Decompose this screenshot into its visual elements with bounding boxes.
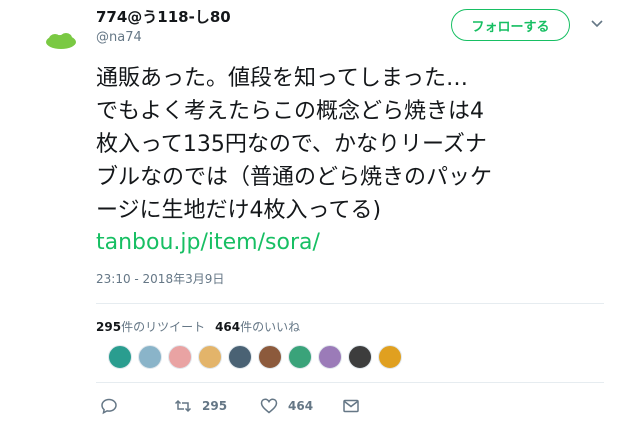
liker-avatar-3[interactable] [168,345,192,369]
likes-label: 件のいいね [240,320,301,334]
liker-avatar-9[interactable] [348,345,372,369]
retweets-count: 295 [96,320,122,334]
tweet-line: ージに生地だけ4枚入ってる) [96,198,382,223]
reply-icon [101,398,117,415]
tweet-text: 通販あった。値段を知ってしまった… でもよく考えたらこの概念どら焼きは4 枚入っ… [96,62,596,227]
tweet-line: 枚入って135円なので、かなりリーズナ [96,132,487,157]
chevron-down-icon[interactable] [589,16,605,32]
reply-button[interactable] [100,397,118,415]
tweet-stats: 295件のリツイート 464件のいいね [96,318,300,335]
retweet-count: 295 [202,399,228,413]
divider [96,382,604,383]
liker-avatar-5[interactable] [228,345,252,369]
envelope-icon [343,399,359,413]
tweet-line: ブルなのでは（普通のどら焼きのパッケ [96,165,493,190]
direct-message-button[interactable] [342,397,360,415]
divider [96,303,604,304]
liker-avatar-4[interactable] [198,345,222,369]
heart-icon [260,398,278,414]
avatar-blob-icon [46,33,76,49]
follow-button[interactable]: フォローする [451,9,570,41]
tweet-actions: 295 464 [96,397,416,419]
liker-avatar-1[interactable] [108,345,132,369]
likes-stat[interactable]: 464件のいいね [215,318,300,335]
tweet-line: でもよく考えたらこの概念どら焼きは4 [96,99,484,124]
retweets-label: 件のリツイート [121,320,206,334]
liker-avatar-7[interactable] [288,345,312,369]
tweet-line: 通販あった。値段を知ってしまった… [96,66,469,91]
likes-count: 464 [215,320,241,334]
liker-avatars [108,345,402,369]
retweets-stat[interactable]: 295件のリツイート [96,318,205,335]
like-count: 464 [288,399,314,413]
user-handle[interactable]: @na74 [96,30,142,45]
tweet-link[interactable]: tanbou.jp/item/sora/ [96,230,320,255]
liker-avatar-10[interactable] [378,345,402,369]
retweet-button[interactable]: 295 [174,397,227,415]
liker-avatar-8[interactable] [318,345,342,369]
retweet-icon [174,399,192,413]
like-button[interactable]: 464 [260,397,313,415]
tweet-timestamp[interactable]: 23:10 - 2018年3月9日 [96,270,224,287]
avatar[interactable] [44,30,78,52]
liker-avatar-2[interactable] [138,345,162,369]
liker-avatar-6[interactable] [258,345,282,369]
display-name[interactable]: 774@う118-し80 [96,6,231,27]
